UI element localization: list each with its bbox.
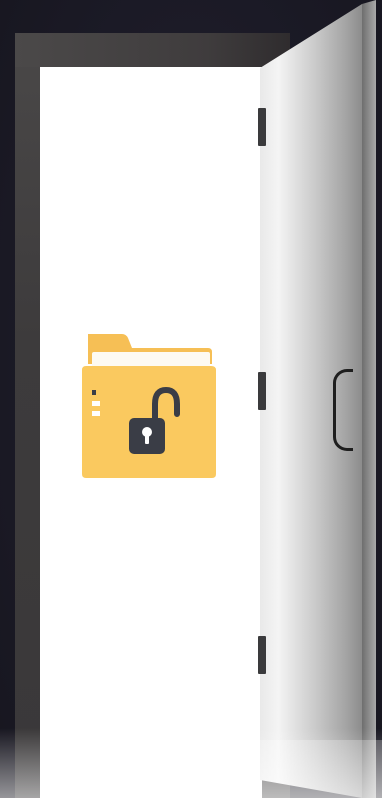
- door-hinge: [258, 372, 266, 410]
- door-handle-icon: [333, 369, 353, 451]
- folder-mark: [92, 401, 100, 406]
- door-hinge: [258, 108, 266, 146]
- folder-mark: [92, 411, 100, 416]
- folder-mark: [92, 390, 96, 395]
- door-frame-header: [15, 33, 290, 67]
- door-hinge: [258, 636, 266, 674]
- folder-icon: [82, 334, 216, 478]
- door-icon: [258, 0, 382, 798]
- door-floor-glow: [258, 740, 382, 798]
- door-edge: [362, 0, 376, 798]
- open-door-illustration: [0, 0, 382, 798]
